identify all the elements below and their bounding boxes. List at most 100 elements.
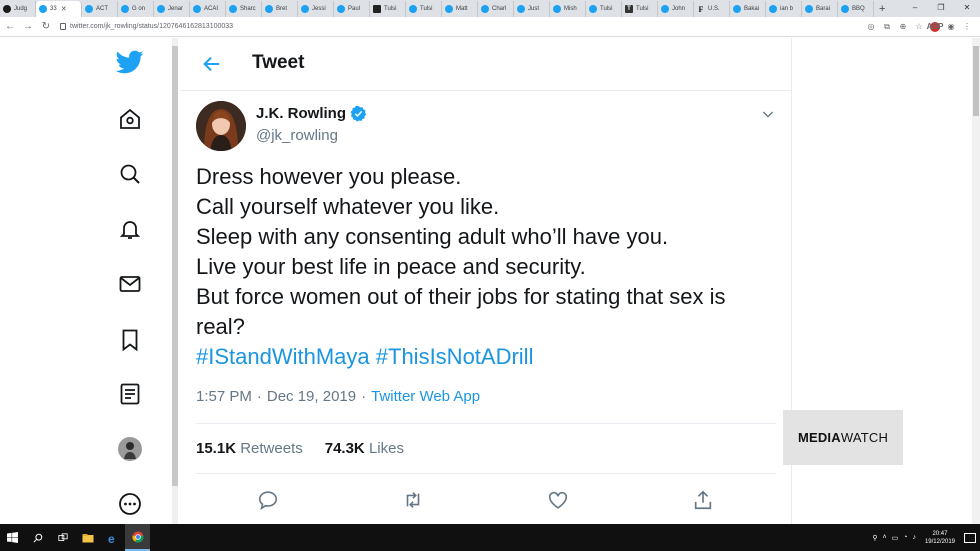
hashtag-link[interactable]: #IStandWithMaya (196, 344, 370, 369)
task-view-icon[interactable] (50, 524, 75, 551)
browser-tab[interactable]: Tulsi (586, 1, 622, 17)
browser-tab[interactable]: Mish (550, 1, 586, 17)
share-icon[interactable] (689, 486, 717, 514)
back-nav-button[interactable]: ← (2, 19, 18, 35)
reload-button[interactable]: ↻ (38, 19, 54, 35)
menu-icon[interactable]: ⋮ (962, 22, 972, 31)
adblock-extension-icon[interactable]: ABP (927, 21, 943, 32)
notification-center-icon[interactable] (964, 532, 976, 543)
twitter-favicon-icon (39, 5, 47, 13)
browser-tab[interactable]: BBQ (838, 1, 874, 17)
taskbar-clock[interactable]: 20:47 19/12/2019 (925, 530, 955, 546)
tweet-line: Call yourself whatever you like. (196, 194, 500, 219)
new-tab-button[interactable]: + (874, 1, 890, 17)
browser-tab[interactable]: John (658, 1, 694, 17)
tab-label: Judg (14, 6, 28, 12)
profile-icon[interactable]: ◉ (946, 22, 956, 31)
edge-browser-icon[interactable]: e (100, 524, 125, 551)
browser-tab[interactable]: Judg (0, 1, 36, 17)
likes-stat[interactable]: 74.3K Likes (325, 440, 404, 457)
browser-tab[interactable]: Sharc (226, 1, 262, 17)
scrollbar-thumb[interactable] (973, 46, 979, 116)
browser-tab[interactable]: Jenar (154, 1, 190, 17)
author-name[interactable]: J.K. Rowling (256, 105, 367, 122)
browser-tab[interactable]: T Tulsi (622, 1, 658, 17)
browser-tab[interactable]: 33 ✕ (36, 1, 82, 17)
retweets-stat[interactable]: 15.1K Retweets (196, 440, 303, 457)
lists-icon[interactable] (116, 380, 144, 408)
url-field[interactable]: twitter.com/jk_rowling/status/1207646162… (60, 20, 866, 34)
browser-tab[interactable]: ACT (82, 1, 118, 17)
bookmarks-icon[interactable] (116, 326, 144, 354)
url-text: twitter.com/jk_rowling/status/1207646162… (70, 23, 234, 30)
twitter-favicon-icon (805, 5, 813, 13)
tab-label: ian b (780, 6, 794, 12)
left-scroll-thumb[interactable] (172, 46, 178, 486)
tab-label: Jenar (168, 6, 184, 12)
twitter-favicon-icon (661, 5, 669, 13)
browser-tab[interactable]: Tulsi (406, 1, 442, 17)
browser-tab[interactable]: Paul (334, 1, 370, 17)
browser-tab[interactable]: F U.S. (694, 1, 730, 17)
browser-tab[interactable]: Tulsi (370, 1, 406, 17)
home-icon[interactable] (116, 105, 144, 133)
profile-avatar[interactable] (116, 435, 144, 463)
browser-tab[interactable]: Barai (802, 1, 838, 17)
hashtag-line: #IStandWithMaya #ThisIsNotADrill (196, 342, 776, 372)
twitter-favicon-icon (517, 5, 525, 13)
tweet-column: Tweet J.K. Rowling @jk_rowling Dress how… (180, 38, 792, 524)
reply-icon[interactable] (254, 486, 282, 514)
twitter-favicon-icon (157, 5, 165, 13)
tweet-time[interactable]: 1:57 PM (196, 388, 252, 405)
browser-tab[interactable]: Bakai (730, 1, 766, 17)
back-arrow-icon[interactable] (200, 52, 224, 76)
close-window-button[interactable]: ✕ (954, 0, 980, 16)
page-header: Tweet (180, 38, 792, 90)
like-icon[interactable] (544, 486, 572, 514)
twitter-favicon-icon (121, 5, 129, 13)
browser-tab[interactable]: ACAI (190, 1, 226, 17)
file-explorer-icon[interactable] (75, 524, 100, 551)
likes-count: 74.3K (324, 440, 365, 457)
forward-nav-button[interactable]: → (20, 19, 36, 35)
search-icon[interactable] (25, 524, 50, 551)
network-icon[interactable]: ◔ (903, 534, 907, 541)
tab-label: Matt (456, 6, 468, 12)
people-icon[interactable]: ⚲ (872, 534, 877, 542)
browser-tab[interactable]: Just (514, 1, 550, 17)
clock-date: 19/12/2019 (924, 538, 955, 545)
translate-icon[interactable]: ⧉ (882, 22, 892, 32)
browser-tab[interactable]: Bret (262, 1, 298, 17)
browser-tab[interactable]: Charl (478, 1, 514, 17)
restore-button[interactable]: ❐ (928, 0, 954, 16)
more-icon[interactable] (116, 490, 144, 518)
author-handle[interactable]: @jk_rowling (256, 127, 338, 144)
tweet-date[interactable]: Dec 19, 2019 (267, 388, 356, 405)
messages-icon[interactable] (116, 270, 144, 298)
battery-icon[interactable]: ▭ (892, 534, 899, 542)
notifications-icon[interactable] (116, 215, 144, 243)
browser-tab[interactable]: Jessi (298, 1, 334, 17)
tweet-client-link[interactable]: Twitter Web App (371, 388, 480, 405)
tweet-meta: 1:57 PM · Dec 19, 2019 · Twitter Web App (196, 388, 480, 405)
windows-start-icon[interactable] (0, 524, 25, 551)
browser-tab[interactable]: G on (118, 1, 154, 17)
explore-icon[interactable] (116, 160, 144, 188)
tab-close-icon[interactable]: ✕ (61, 5, 67, 13)
tray-overflow-icon[interactable]: ˄ (883, 534, 887, 541)
star-icon[interactable]: ☆ (914, 22, 924, 31)
author-avatar[interactable] (196, 101, 246, 151)
chevron-down-icon[interactable] (758, 104, 778, 124)
browser-tab[interactable]: ian b (766, 1, 802, 17)
zoom-icon[interactable]: ⊕ (898, 22, 908, 31)
minimize-button[interactable]: – (902, 0, 928, 16)
twitter-favicon-icon (337, 5, 345, 13)
chrome-browser-icon[interactable] (125, 524, 150, 551)
volume-icon[interactable]: ♪ (912, 534, 916, 541)
location-icon[interactable]: ◎ (866, 22, 876, 31)
browser-tab[interactable]: Matt (442, 1, 478, 17)
hashtag-link[interactable]: #ThisIsNotADrill (376, 344, 534, 369)
twitter-logo-icon[interactable] (116, 48, 144, 76)
retweet-icon[interactable] (399, 486, 427, 514)
page-scrollbar[interactable] (972, 38, 980, 524)
